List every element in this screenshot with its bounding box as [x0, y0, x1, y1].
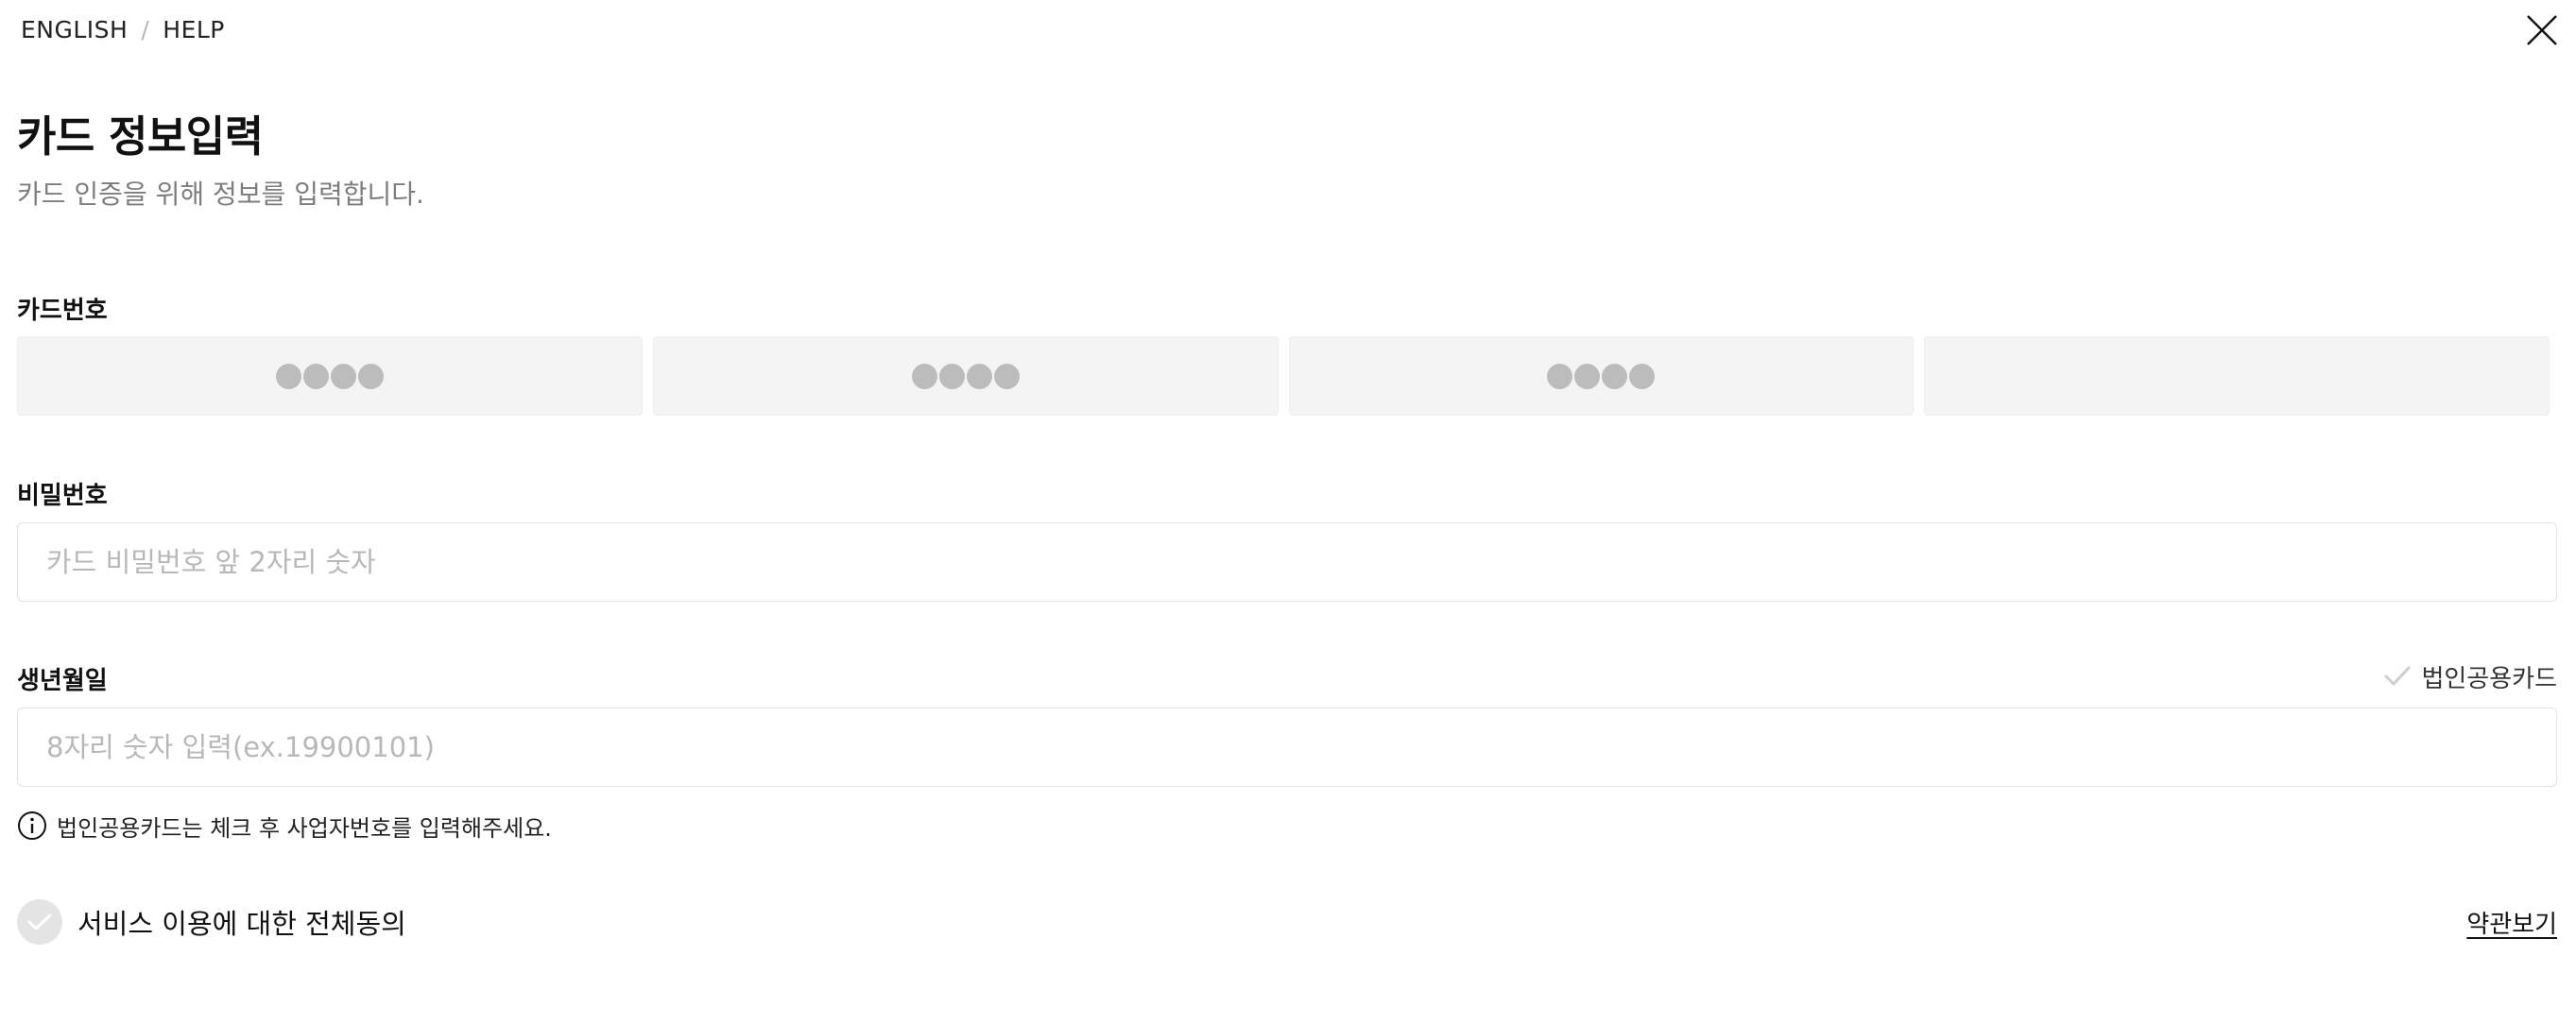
- card-number-group: [17, 336, 2550, 416]
- card-number-segment-2[interactable]: [652, 336, 1279, 416]
- mask-dot: [1547, 363, 1573, 389]
- page-title: 카드 정보입력: [17, 111, 264, 162]
- info-notice: 법인공용카드는 체크 후 사업자번호를 입력해주세요.: [17, 809, 552, 843]
- card-number-segment-3[interactable]: [1288, 336, 1915, 416]
- mask-dot: [993, 363, 1020, 389]
- masked-dots: [911, 363, 1020, 389]
- help-link[interactable]: HELP: [163, 16, 225, 43]
- close-button[interactable]: [2521, 9, 2563, 51]
- view-terms-link[interactable]: 약관보기: [2466, 905, 2557, 940]
- check-circle-icon: [17, 899, 62, 945]
- nav-separator: /: [141, 15, 150, 43]
- mask-dot: [1629, 363, 1656, 389]
- agree-all-label: 서비스 이용에 대한 전체동의: [77, 908, 406, 940]
- mask-dot: [1602, 363, 1628, 389]
- mask-dot: [911, 363, 937, 389]
- password-label: 비밀번호: [17, 482, 108, 510]
- mask-dot: [330, 363, 356, 389]
- info-icon: [18, 811, 46, 840]
- agree-all-checkbox[interactable]: 서비스 이용에 대한 전체동의: [17, 898, 406, 946]
- masked-dots: [275, 363, 384, 389]
- top-nav: ENGLISH / HELP: [21, 13, 225, 45]
- card-number-label: 카드번호: [17, 297, 108, 325]
- check-icon: [2384, 666, 2411, 686]
- birthdate-label: 생년월일: [17, 667, 108, 695]
- masked-dots: [1547, 363, 1656, 389]
- birthdate-input[interactable]: [17, 708, 2557, 787]
- mask-dot: [302, 363, 329, 389]
- card-number-segment-1[interactable]: [17, 336, 643, 416]
- mask-dot: [938, 363, 965, 389]
- page-subtitle: 카드 인증을 위해 정보를 입력합니다.: [17, 179, 424, 210]
- check-icon: [27, 913, 52, 930]
- card-number-segment-4[interactable]: [1924, 336, 2550, 416]
- password-input[interactable]: [17, 522, 2557, 602]
- corporate-card-label: 법인공용카드: [2421, 664, 2557, 693]
- mask-dot: [966, 363, 992, 389]
- info-notice-text: 법인공용카드는 체크 후 사업자번호를 입력해주세요.: [57, 814, 552, 842]
- mask-dot: [357, 363, 384, 389]
- mask-dot: [1574, 363, 1601, 389]
- mask-dot: [275, 363, 301, 389]
- corporate-card-checkbox[interactable]: 법인공용카드: [2383, 659, 2557, 693]
- language-link[interactable]: ENGLISH: [21, 16, 128, 43]
- close-icon: [2527, 15, 2557, 45]
